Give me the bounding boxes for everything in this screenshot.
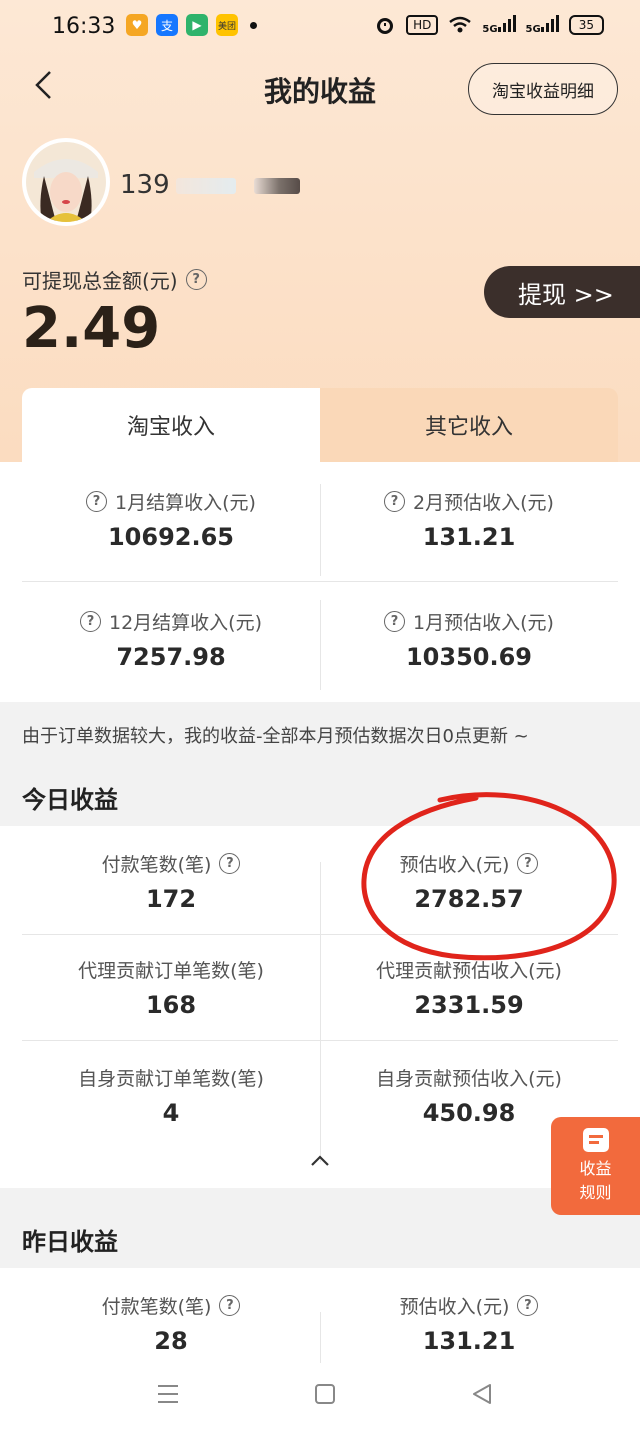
app-play-icon: ▶ [186, 14, 208, 36]
withdrawable-label-text: 可提现总金额(元) [22, 269, 178, 293]
stat-label: 付款笔数(笔) [101, 854, 212, 876]
stat-value: 10692.65 [107, 523, 234, 551]
stat-value: 10350.69 [405, 643, 532, 671]
signal-2-icon: 5G [526, 14, 559, 36]
alarm-icon [377, 18, 394, 34]
status-time: 16:33 [52, 14, 116, 39]
help-icon[interactable]: ? [219, 1295, 241, 1316]
home-icon[interactable] [314, 1383, 336, 1405]
rules-label-1: 收益 [579, 1159, 612, 1178]
stat-value: 131.21 [422, 1327, 516, 1355]
stat-value: 4 [162, 1099, 180, 1127]
system-nav-bar [0, 1363, 640, 1433]
notification-dot-icon [250, 21, 257, 29]
user-phone: 139 [120, 170, 170, 200]
stat-yesterday-estimated: 预估收入(元)? 131.21 [320, 1292, 618, 1355]
status-app-icons: ♥ 支 ▶ 美团 [126, 14, 257, 36]
stat-label: 12月结算收入(元) [108, 612, 262, 634]
yesterday-earnings-title: 昨日收益 [22, 1228, 118, 1256]
stat-label: 1月结算收入(元) [115, 492, 256, 514]
stat-jan-settled: ? 1月结算收入(元) 10692.65 [22, 488, 320, 551]
stat-dec-settled: ? 12月结算收入(元) 7257.98 [22, 608, 320, 671]
help-icon[interactable]: ? [384, 491, 406, 512]
withdrawable-label: 可提现总金额(元) ? [22, 265, 207, 294]
redacted-blur [254, 178, 300, 194]
tab-other-income[interactable]: 其它收入 [320, 388, 618, 462]
stat-self-orders: 自身贡献订单笔数(笔) 4 [22, 1064, 320, 1127]
avatar-photo-icon [26, 142, 106, 222]
wifi-icon [449, 16, 472, 33]
status-bar: 16:33 ♥ 支 ▶ 美团 HD 5G 5G 35 [0, 0, 640, 58]
status-indicators: HD 5G 5G 35 [374, 14, 604, 36]
help-icon[interactable]: ? [86, 491, 108, 512]
stat-label: 付款笔数(笔) [101, 1296, 212, 1318]
stat-today-orders: 付款笔数(笔)? 172 [22, 850, 320, 913]
stat-jan-estimated: ? 1月预估收入(元) 10350.69 [320, 608, 618, 671]
stat-feb-estimated: ? 2月预估收入(元) 131.21 [320, 488, 618, 551]
red-annotation-circle [361, 792, 617, 961]
help-icon[interactable]: ? [185, 269, 207, 290]
back-nav-icon[interactable] [470, 1382, 494, 1406]
collapse-chevron-icon[interactable] [309, 1154, 331, 1168]
hd-badge: HD [406, 15, 439, 35]
help-icon[interactable]: ? [517, 1295, 539, 1316]
app-heart-icon: ♥ [126, 14, 148, 36]
rules-label-2: 规则 [579, 1183, 612, 1202]
redacted-blur [176, 178, 236, 194]
stat-value: 2331.59 [414, 991, 524, 1019]
signal-1-icon: 5G [482, 14, 516, 36]
stat-value: 168 [145, 991, 197, 1019]
withdrawable-amount: 2.49 [22, 296, 161, 361]
stat-value: 7257.98 [116, 643, 226, 671]
stat-label: 1月预估收入(元) [413, 612, 554, 634]
help-icon[interactable]: ? [384, 611, 406, 632]
stat-yesterday-orders: 付款笔数(笔)? 28 [22, 1292, 320, 1355]
settlement-panel: ? 1月结算收入(元) 10692.65 ? 2月预估收入(元) 131.21 ? 1… [0, 462, 640, 702]
withdraw-button[interactable]: 提现 >> [484, 266, 640, 318]
stat-label: 代理贡献订单笔数(笔) [78, 960, 264, 982]
stat-label: 2月预估收入(元) [413, 492, 554, 514]
today-earnings-title: 今日收益 [22, 786, 118, 814]
taobao-income-detail-button[interactable]: 淘宝收益明细 [468, 63, 618, 115]
avatar[interactable] [22, 138, 110, 226]
stat-label: 自身贡献预估收入(元) [376, 1068, 562, 1090]
yesterday-earnings-panel: 付款笔数(笔)? 28 预估收入(元)? 131.21 [0, 1268, 640, 1368]
menu-icon[interactable] [156, 1383, 180, 1405]
meituan-icon: 美团 [216, 14, 238, 36]
battery-icon: 35 [568, 15, 604, 35]
stat-label: 自身贡献订单笔数(笔) [78, 1068, 264, 1090]
tab-taobao-income[interactable]: 淘宝收入 [22, 388, 320, 462]
stat-value: 131.21 [422, 523, 516, 551]
help-icon[interactable]: ? [219, 853, 241, 874]
alipay-icon: 支 [156, 14, 178, 36]
earnings-rules-button[interactable]: 收益 规则 [551, 1117, 640, 1215]
stat-agent-orders: 代理贡献订单笔数(笔) 168 [22, 956, 320, 1019]
stat-value: 28 [154, 1327, 188, 1355]
stat-value: 172 [145, 885, 197, 913]
update-notice: 由于订单数据较大，我的收益-全部本月预估数据次日0点更新 ~ [22, 726, 529, 747]
help-icon[interactable]: ? [79, 611, 101, 632]
stat-label: 预估收入(元) [399, 1296, 510, 1318]
rules-doc-icon [582, 1128, 609, 1152]
